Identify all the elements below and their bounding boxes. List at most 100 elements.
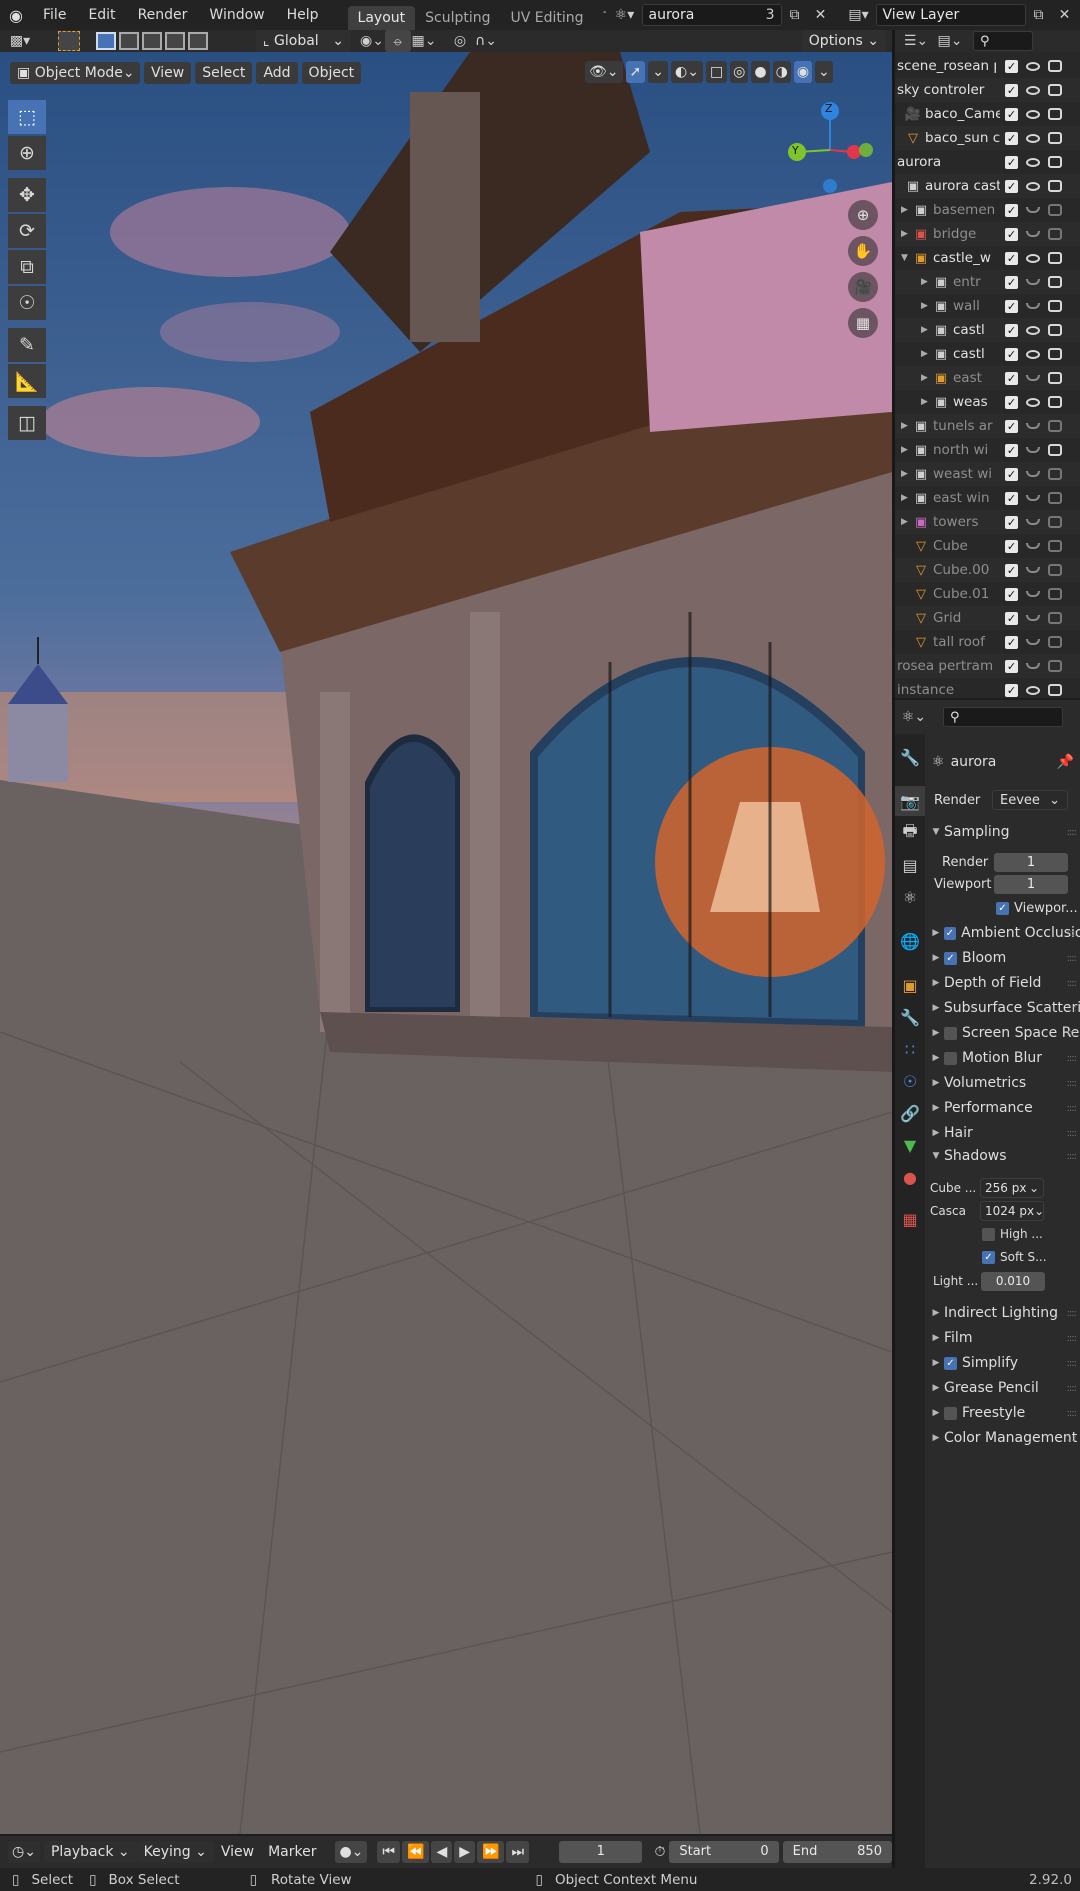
- xray-toggle-icon[interactable]: □: [705, 61, 728, 83]
- data-tab-icon[interactable]: ▼: [895, 1130, 925, 1160]
- expand-triangle-icon[interactable]: ▶: [921, 373, 928, 383]
- outliner-row[interactable]: ▽ Grid ✓: [895, 606, 1080, 630]
- cube-size-dropdown[interactable]: 256 px ⌄: [980, 1178, 1044, 1198]
- high-bitdepth-checkbox[interactable]: [982, 1227, 995, 1241]
- jump-keyframe-back-icon[interactable]: ⏪: [402, 1841, 430, 1863]
- current-frame-input[interactable]: 1: [559, 1841, 643, 1863]
- proportional-falloff-icon[interactable]: ∩⌄: [473, 30, 499, 52]
- outliner-row[interactable]: sky controler ✓: [895, 78, 1080, 102]
- visibility-eye-icon[interactable]: [1026, 157, 1040, 167]
- outliner-row[interactable]: ▶ ▣ weast wi ✓: [895, 462, 1080, 486]
- section-row[interactable]: ▶ Hair::::: [928, 1121, 1080, 1145]
- navigation-gizmo[interactable]: Z Y: [780, 100, 890, 200]
- section-enable-checkbox[interactable]: ✓: [944, 951, 957, 965]
- expand-triangle-icon[interactable]: ▶: [901, 469, 908, 479]
- visibility-icon[interactable]: 👁⌄: [585, 61, 623, 83]
- render-camera-icon[interactable]: [1048, 612, 1062, 624]
- measure-tool-icon[interactable]: 📐: [8, 364, 46, 398]
- play-icon[interactable]: ▶: [454, 1841, 476, 1863]
- expand-triangle-icon[interactable]: ▶: [921, 301, 928, 311]
- visibility-eye-icon[interactable]: [1026, 543, 1040, 549]
- world-tab-icon[interactable]: 🌐: [895, 926, 925, 956]
- new-scene-icon[interactable]: ⧉: [782, 4, 808, 26]
- outliner-row[interactable]: ▽ Cube.00 ✓: [895, 558, 1080, 582]
- camera-view-icon[interactable]: 🎥: [848, 272, 878, 302]
- visibility-eye-icon[interactable]: [1026, 279, 1040, 285]
- outliner-row[interactable]: ▶ ▣ east win ✓: [895, 486, 1080, 510]
- outliner-row[interactable]: instance ✓: [895, 678, 1080, 698]
- pivot-point-icon[interactable]: ◉⌄: [359, 30, 385, 52]
- drag-handle-icon[interactable]: ::::: [1067, 1333, 1078, 1344]
- play-reverse-icon[interactable]: ◀: [431, 1841, 453, 1863]
- section-shadows[interactable]: ▼ Shadows ::::: [928, 1144, 1080, 1168]
- render-camera-icon[interactable]: [1048, 252, 1062, 264]
- view-layer-selector-icon[interactable]: ▤▾: [846, 4, 872, 26]
- modifier-tab-icon[interactable]: 🔧: [895, 1002, 925, 1032]
- preview-range-icon[interactable]: ⏱: [650, 1841, 669, 1863]
- visibility-eye-icon[interactable]: [1026, 519, 1040, 525]
- snap-target-icon[interactable]: ▦⌄: [411, 30, 437, 52]
- drag-handle-icon[interactable]: ::::: [1067, 928, 1078, 939]
- keying-dropdown[interactable]: Keying ⌄: [136, 1841, 214, 1863]
- visibility-eye-icon[interactable]: [1026, 495, 1040, 501]
- menu-select[interactable]: Select: [195, 62, 253, 84]
- expand-triangle-icon[interactable]: ▶: [901, 229, 908, 239]
- frame-end-field[interactable]: End 850: [782, 1841, 892, 1863]
- shading-material-icon[interactable]: ◑: [772, 61, 791, 83]
- drag-handle-icon[interactable]: ::::: [1067, 1028, 1078, 1039]
- visibility-eye-icon[interactable]: [1026, 471, 1040, 477]
- drag-handle-icon[interactable]: ::::: [1067, 1103, 1078, 1114]
- output-tab-icon[interactable]: 🖶: [895, 818, 925, 848]
- render-camera-icon[interactable]: [1048, 324, 1062, 336]
- exclude-checkbox[interactable]: ✓: [1005, 155, 1018, 169]
- section-row[interactable]: ▶ ✓ Ambient Occlusio::::: [928, 921, 1080, 945]
- render-camera-icon[interactable]: [1048, 180, 1062, 192]
- drag-handle-icon[interactable]: ::::: [1067, 1433, 1078, 1444]
- cursor-tool-icon[interactable]: ⊕: [8, 136, 46, 170]
- select-extend-icon[interactable]: [119, 32, 139, 50]
- render-camera-icon[interactable]: [1048, 636, 1062, 648]
- visibility-eye-icon[interactable]: [1026, 397, 1040, 407]
- outliner-row[interactable]: ▶ ▣ towers ✓: [895, 510, 1080, 534]
- visibility-eye-icon[interactable]: [1026, 253, 1040, 263]
- visibility-eye-icon[interactable]: [1026, 423, 1040, 429]
- section-enable-checkbox[interactable]: ✓: [944, 1356, 957, 1370]
- render-camera-icon[interactable]: [1048, 492, 1062, 504]
- outliner-row[interactable]: 🎥baco_Camer ✓: [895, 102, 1080, 126]
- render-camera-icon[interactable]: [1048, 300, 1062, 312]
- outliner-row[interactable]: ▽ baco_sun co ✓: [895, 126, 1080, 150]
- expand-triangle-icon[interactable]: ▶: [901, 421, 908, 431]
- sampling-viewport-input[interactable]: 1: [994, 874, 1068, 894]
- zoom-icon[interactable]: ⊕: [848, 200, 878, 230]
- editor-type-icon[interactable]: ▩▾: [0, 30, 40, 52]
- drag-handle-icon[interactable]: ::::: [1067, 978, 1078, 989]
- expand-triangle-icon[interactable]: ▶: [901, 517, 908, 527]
- drag-handle-icon[interactable]: ::::: [1067, 827, 1078, 838]
- visibility-eye-icon[interactable]: [1026, 639, 1040, 645]
- expand-triangle-icon[interactable]: ▶: [921, 349, 928, 359]
- annotate-tool-icon[interactable]: ✎: [8, 328, 46, 362]
- physics-tab-icon[interactable]: ☉: [895, 1066, 925, 1096]
- visibility-eye-icon[interactable]: [1026, 181, 1040, 191]
- render-camera-icon[interactable]: [1048, 132, 1062, 144]
- section-enable-checkbox[interactable]: [944, 1026, 957, 1040]
- drag-handle-icon[interactable]: ::::: [1067, 1383, 1078, 1394]
- expand-triangle-icon[interactable]: ▼: [901, 253, 908, 263]
- menu-render[interactable]: Render: [127, 7, 199, 23]
- constraints-tab-icon[interactable]: 🔗: [895, 1098, 925, 1128]
- outliner-row[interactable]: ▶ ▣ bridge ✓: [895, 222, 1080, 246]
- render-camera-icon[interactable]: [1048, 660, 1062, 672]
- select-tool-icon[interactable]: [58, 31, 80, 51]
- cascade-size-dropdown[interactable]: 1024 px ⌄: [980, 1201, 1044, 1221]
- outliner-row[interactable]: ▶ ▣ entr ✓: [895, 270, 1080, 294]
- render-camera-icon[interactable]: [1048, 228, 1062, 240]
- outliner-row[interactable]: ▶ ▣ castl ✓: [895, 318, 1080, 342]
- visibility-eye-icon[interactable]: [1026, 591, 1040, 597]
- outliner-row[interactable]: aurora ✓: [895, 150, 1080, 174]
- section-row[interactable]: ▶ Depth of Field::::: [928, 971, 1080, 995]
- menu-timeline-view[interactable]: View: [214, 1841, 261, 1863]
- exclude-checkbox[interactable]: ✓: [1005, 179, 1018, 193]
- drag-handle-icon[interactable]: ::::: [1067, 1308, 1078, 1319]
- gizmo-dropdown-icon[interactable]: ⌄: [648, 61, 668, 83]
- outliner-row[interactable]: ▶ ▣ north wi ✓: [895, 438, 1080, 462]
